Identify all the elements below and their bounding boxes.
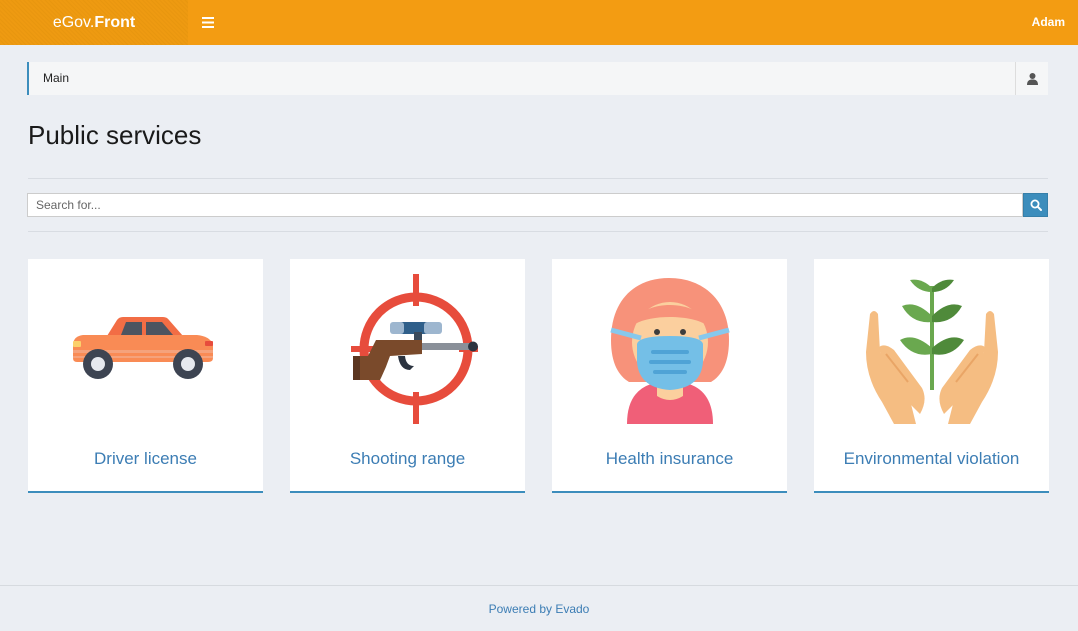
top-navbar: eGov.Front Adam bbox=[0, 0, 1078, 45]
divider-bottom bbox=[28, 231, 1048, 232]
brand-name-strong: Front bbox=[94, 14, 136, 31]
service-card-health-insurance[interactable]: Health insurance bbox=[552, 259, 787, 493]
footer-powered-by-link[interactable]: Powered by Evado bbox=[489, 602, 590, 616]
service-label: Environmental violation bbox=[843, 449, 1020, 468]
face-mask-person-icon bbox=[609, 278, 730, 424]
service-card-environmental-violation[interactable]: Environmental violation bbox=[814, 259, 1049, 493]
profile-button[interactable] bbox=[1015, 62, 1048, 95]
search-button[interactable] bbox=[1023, 193, 1048, 217]
divider-top bbox=[28, 178, 1048, 179]
footer: Powered by Evado bbox=[0, 585, 1078, 631]
service-label: Shooting range bbox=[349, 449, 466, 468]
rifle-target-icon bbox=[350, 274, 478, 424]
service-card-driver-license[interactable]: Driver license bbox=[28, 259, 263, 493]
user-icon bbox=[1026, 72, 1038, 85]
service-label: Driver license bbox=[94, 449, 197, 468]
user-menu[interactable]: Adam bbox=[1032, 0, 1065, 45]
car-icon bbox=[72, 317, 213, 379]
brand-name-plain: eGov. bbox=[52, 14, 95, 31]
service-label: Health insurance bbox=[605, 449, 734, 468]
search-input[interactable] bbox=[27, 193, 1023, 217]
page-title: Public services bbox=[28, 120, 202, 150]
breadcrumb: Main bbox=[27, 62, 1048, 95]
search-icon bbox=[1030, 199, 1042, 211]
menu-toggle-button[interactable] bbox=[196, 11, 220, 33]
plant-hands-icon bbox=[865, 279, 998, 424]
brand-logo[interactable]: eGov.Front bbox=[0, 0, 188, 45]
service-card-shooting-range[interactable]: Shooting range bbox=[290, 259, 525, 493]
breadcrumb-item-main[interactable]: Main bbox=[43, 62, 69, 95]
hamburger-icon bbox=[202, 16, 214, 28]
